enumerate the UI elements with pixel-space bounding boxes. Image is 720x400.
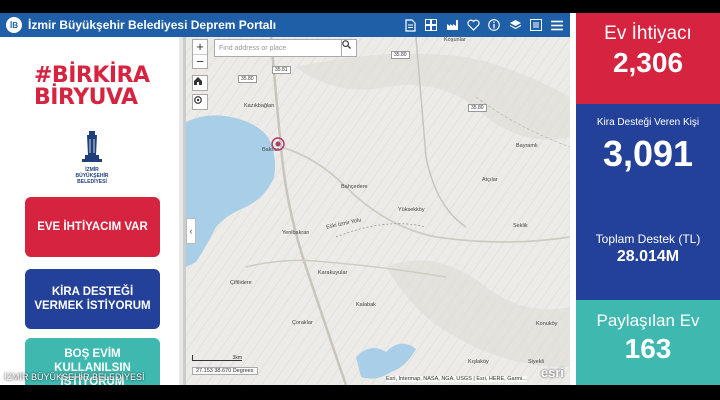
place-label: Koşunlar	[444, 37, 466, 43]
emblem-caption: İZMİR BÜYÜKŞEHİR BELEDİYESİ	[54, 167, 130, 185]
place-label: Atçılar	[482, 177, 498, 183]
scale-bar: 3km	[192, 355, 242, 361]
place-label: Kışlaköy	[468, 359, 489, 365]
esri-logo: esri	[540, 365, 564, 380]
zoom-control: + −	[192, 39, 208, 69]
heart-icon[interactable]	[464, 16, 482, 34]
place-label: Kazıkbağları	[244, 103, 275, 109]
app-window: İB İzmir Büyükşehir Belediyesi Deprem Po…	[0, 13, 720, 385]
stat-label: Paylaşılan Ev	[596, 311, 700, 330]
place-label: Yenibakran	[282, 230, 310, 236]
footer-watermark: İZMİR BÜYÜKŞEHİR BELEDİYESİ	[4, 372, 145, 382]
stat-value: 2,306	[612, 47, 684, 78]
place-label: Çoraklar	[292, 320, 313, 326]
campaign-hashtag: #BİRKİRA BİRYUVA	[34, 65, 154, 109]
factory-icon[interactable]	[443, 16, 461, 34]
left-panel: #BİRKİRA BİRYUVA İZMİR BÜYÜKŞEHİR BELEDİ…	[0, 37, 183, 385]
document-icon[interactable]	[401, 16, 419, 34]
place-label: Çiftlidere	[230, 280, 252, 286]
need-home-button[interactable]: EVE İHTİYACIM VAR	[25, 197, 160, 257]
search-icon	[342, 40, 351, 49]
location-marker-icon[interactable]	[271, 137, 285, 151]
info-icon[interactable]	[485, 16, 503, 34]
stat-total-support: Toplam Destek (TL) 28.014M	[576, 209, 720, 300]
place-label: Konuköy	[536, 321, 558, 327]
give-rent-support-button[interactable]: KİRA DESTEĞİ VERMEK İSTİYORUM	[25, 269, 160, 329]
layers-icon[interactable]	[506, 16, 524, 34]
locate-button[interactable]	[192, 94, 208, 110]
place-label: Bahçedere	[341, 184, 368, 190]
coordinate-readout: 27.153 38.670 Degrees	[192, 367, 258, 375]
stat-home-need: Ev İhtiyacı 2,306	[576, 13, 720, 104]
home-icon	[194, 77, 202, 85]
stat-value: 163	[624, 333, 672, 364]
app-title: İzmir Büyükşehir Belediyesi Deprem Porta…	[28, 18, 277, 32]
place-label: Seklik	[513, 223, 528, 229]
logo-icon: İB	[6, 17, 22, 33]
place-label: Karakuyular	[318, 270, 348, 276]
collapse-panel-button[interactable]: ‹	[186, 218, 196, 244]
hashtag-line-1: #BİRKİRA	[34, 63, 150, 88]
stat-label: Ev İhtiyacı	[604, 23, 692, 44]
road-badge: 35.80	[238, 75, 257, 83]
place-label: Kalabak	[356, 302, 376, 308]
stat-value: 28.014M	[616, 248, 680, 265]
road-badge: 35.80	[391, 51, 410, 59]
stat-label: Kira Desteği Veren Kişi	[596, 117, 700, 128]
stat-shared-homes: Paylaşılan Ev 163	[576, 300, 720, 385]
zoom-in-button[interactable]: +	[193, 40, 207, 54]
menu-icon[interactable]	[548, 16, 566, 34]
header-bar: İB İzmir Büyükşehir Belediyesi Deprem Po…	[0, 13, 570, 37]
place-label: Yüksekköy	[398, 207, 425, 213]
search-input[interactable]: Find address or place	[214, 39, 342, 57]
road-badge: 35.81	[272, 66, 291, 74]
list-icon[interactable]	[527, 16, 545, 34]
stat-value: 3,091	[602, 133, 694, 174]
home-button[interactable]	[192, 75, 208, 91]
road-badge: 35.80	[468, 104, 487, 112]
stat-label: Toplam Destek (TL)	[595, 232, 701, 246]
map-view[interactable]: 35.80 35.81 35.80 35.80 Kazıkbağları Bah…	[186, 37, 570, 385]
map-basemap	[186, 37, 570, 385]
stat-rent-supporters: Kira Desteği Veren Kişi 3,091	[576, 104, 720, 209]
search-button[interactable]	[341, 39, 357, 57]
map-attribution: Esri, Intermap, NASA, NGA, USGS | Esri, …	[386, 376, 527, 382]
hashtag-line-2: BİRYUVA	[34, 85, 138, 110]
toolbar	[401, 16, 566, 34]
emblem-line-3: BELEDİYESİ	[77, 179, 107, 185]
grid-icon[interactable]	[422, 16, 440, 34]
zoom-out-button[interactable]: −	[193, 54, 207, 69]
locate-icon	[194, 96, 202, 104]
place-label: Bayramlı	[516, 143, 538, 149]
